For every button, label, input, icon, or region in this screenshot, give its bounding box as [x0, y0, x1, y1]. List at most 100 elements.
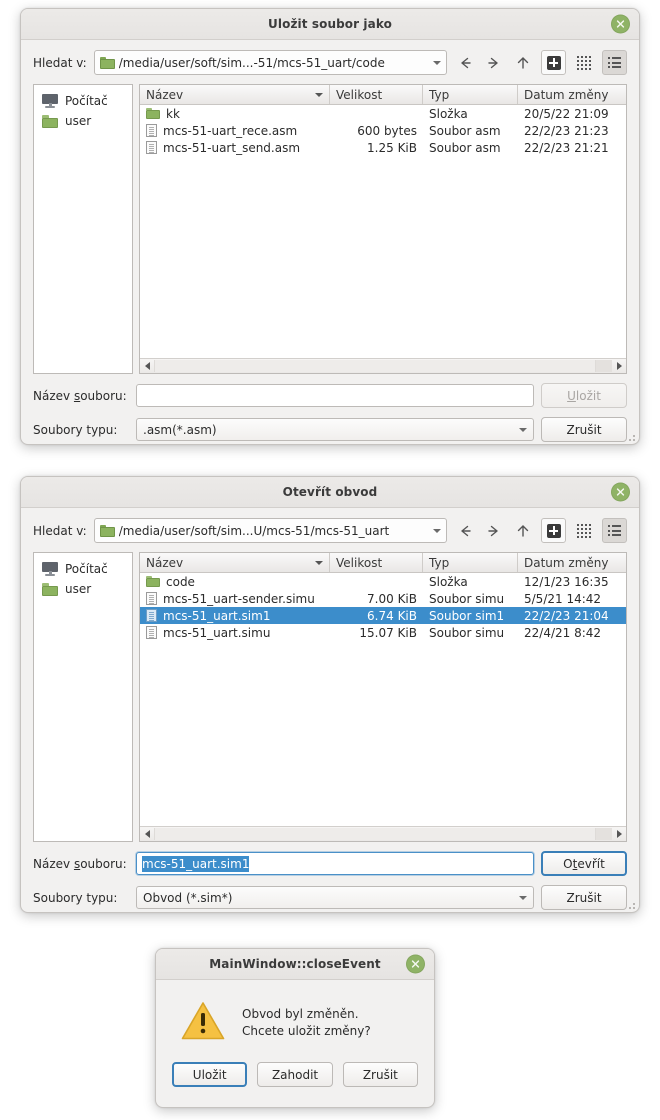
filetype-row: Soubory typu: Obvod (*.sim*) Zrušit [33, 885, 627, 910]
filetype-combobox[interactable]: .asm(*.asm) [136, 418, 534, 441]
up-arrow-icon[interactable] [512, 520, 534, 542]
file-size: 1.25 KiB [367, 140, 417, 155]
cancel-button[interactable]: Zrušit [541, 417, 627, 442]
column-header-name[interactable]: Název [140, 553, 330, 572]
file-type: Složka [429, 574, 468, 589]
path-text: /media/user/soft/sim...-51/mcs-51_uart/c… [118, 55, 385, 70]
message-box-content: Obvod byl změněn. Chcete uložit změny? [172, 994, 418, 1062]
scroll-right-arrow-icon[interactable] [612, 827, 626, 841]
close-icon[interactable] [406, 954, 425, 974]
save-button[interactable]: Uložit [172, 1062, 248, 1087]
filename-label: Název souboru: [33, 856, 127, 871]
file-date: 22/4/21 8:42 [524, 625, 602, 640]
save-button-accelerator: U [567, 388, 576, 403]
message-box-title: MainWindow::closeEvent [209, 957, 381, 971]
sidebar-item-computer[interactable]: Počítač [38, 559, 128, 579]
column-header-date[interactable]: Datum změny [518, 553, 626, 572]
resize-grip[interactable] [625, 899, 635, 909]
save-file-dialog: Uložit soubor jako Hledat v: /media/user… [20, 8, 640, 445]
message-line-1: Obvod byl změněn. [242, 1007, 359, 1021]
column-header-size[interactable]: Velikost [330, 553, 423, 572]
document-icon [146, 124, 157, 137]
new-folder-icon[interactable] [541, 50, 566, 75]
file-name: mcs-51_uart.sim1 [163, 608, 271, 623]
column-header-name[interactable]: Název [140, 85, 330, 104]
table-row[interactable]: mcs-51_uart.simu 15.07 KiB Soubor simu 2… [140, 624, 626, 641]
file-type: Složka [429, 106, 468, 121]
filetype-label: Soubory typu: [33, 890, 118, 905]
path-combobox[interactable]: /media/user/soft/sim...-51/mcs-51_uart/c… [93, 50, 447, 75]
message-box-buttons: Uložit Zahodit Zrušit [172, 1062, 418, 1087]
up-arrow-icon[interactable] [512, 52, 534, 74]
file-size: 15.07 KiB [359, 625, 417, 640]
open-button[interactable]: Ot evřít [541, 851, 627, 876]
sidebar-item-user[interactable]: user [38, 579, 128, 599]
sidebar-item-label: Počítač [65, 94, 108, 108]
file-name: mcs-51-uart_send.asm [163, 140, 301, 155]
scrollbar-track[interactable] [154, 360, 612, 372]
file-name: mcs-51-uart_rece.asm [163, 123, 298, 138]
column-header-type[interactable]: Typ [423, 85, 518, 104]
folder-icon [42, 114, 58, 128]
scrollbar-thumb[interactable] [154, 360, 596, 372]
scrollbar-track-rest[interactable] [596, 360, 612, 372]
column-header-date[interactable]: Datum změny [518, 85, 626, 104]
column-header-label: Datum změny [524, 555, 609, 570]
back-arrow-icon[interactable] [454, 520, 476, 542]
filename-input[interactable]: mcs-51_uart.sim1 [136, 852, 534, 875]
scroll-right-arrow-icon[interactable] [612, 359, 626, 373]
table-row[interactable]: code Složka 12/1/23 16:35 [140, 573, 626, 590]
cancel-button[interactable]: Zrušit [342, 1062, 418, 1087]
filetype-combobox[interactable]: Obvod (*.sim*) [136, 886, 534, 909]
cancel-button[interactable]: Zrušit [541, 885, 627, 910]
sidebar-item-user[interactable]: user [38, 111, 128, 131]
file-size: 7.00 KiB [367, 591, 417, 606]
forward-arrow-icon[interactable] [483, 52, 505, 74]
folder-icon [99, 56, 115, 69]
new-folder-icon[interactable] [541, 518, 566, 543]
back-arrow-icon[interactable] [454, 52, 476, 74]
filetype-value: Obvod (*.sim*) [143, 890, 233, 905]
scrollbar-track[interactable] [154, 828, 612, 840]
close-icon[interactable] [611, 482, 630, 502]
table-row[interactable]: mcs-51-uart_rece.asm 600 bytes Soubor as… [140, 122, 626, 139]
save-button[interactable]: Uložit [541, 383, 627, 408]
chevron-down-icon [519, 895, 527, 900]
filename-input[interactable] [136, 384, 534, 407]
file-type: Soubor asm [429, 123, 501, 138]
column-header-size[interactable]: Velikost [330, 85, 423, 104]
close-icon[interactable] [611, 14, 630, 34]
list-view-icon[interactable] [602, 50, 627, 75]
column-header-type[interactable]: Typ [423, 553, 518, 572]
list-view-icon[interactable] [602, 518, 627, 543]
warning-triangle-icon [180, 1000, 226, 1042]
file-date: 22/2/23 21:04 [524, 608, 609, 623]
lookin-label: Hledat v: [33, 55, 87, 70]
discard-button[interactable]: Zahodit [257, 1062, 333, 1087]
scrollbar-thumb[interactable] [154, 828, 596, 840]
message-line-2: Chcete uložit změny? [242, 1024, 371, 1038]
scroll-left-arrow-icon[interactable] [140, 359, 154, 373]
grid-view-icon[interactable] [573, 520, 595, 542]
table-row[interactable]: kk Složka 20/5/22 21:09 [140, 105, 626, 122]
table-row[interactable]: mcs-51-uart_send.asm 1.25 KiB Soubor asm… [140, 139, 626, 156]
table-row[interactable]: mcs-51_uart-sender.simu 7.00 KiB Soubor … [140, 590, 626, 607]
file-type: Soubor simu [429, 591, 505, 606]
resize-grip[interactable] [625, 431, 635, 441]
save-dialog-titlebar: Uložit soubor jako [21, 9, 639, 40]
sidebar-item-computer[interactable]: Počítač [38, 91, 128, 111]
horizontal-scrollbar[interactable] [140, 826, 626, 841]
scroll-left-arrow-icon[interactable] [140, 827, 154, 841]
path-combobox[interactable]: /media/user/soft/sim...U/mcs-51/mcs-51_u… [93, 518, 447, 543]
horizontal-scrollbar[interactable] [140, 358, 626, 373]
forward-arrow-icon[interactable] [483, 520, 505, 542]
file-list-rows: kk Složka 20/5/22 21:09 mcs-51-uart_rece… [140, 105, 626, 358]
message-box-body: Obvod byl změněn. Chcete uložit změny? U… [156, 980, 434, 1101]
computer-icon [42, 94, 58, 108]
file-type: Soubor simu [429, 625, 505, 640]
scrollbar-track-rest[interactable] [596, 828, 612, 840]
table-row[interactable]: mcs-51_uart.sim1 6.74 KiB Soubor sim1 22… [140, 607, 626, 624]
chevron-down-icon [519, 427, 527, 432]
grid-view-icon[interactable] [573, 52, 595, 74]
open-dialog-title: Otevřít obvod [282, 485, 378, 499]
